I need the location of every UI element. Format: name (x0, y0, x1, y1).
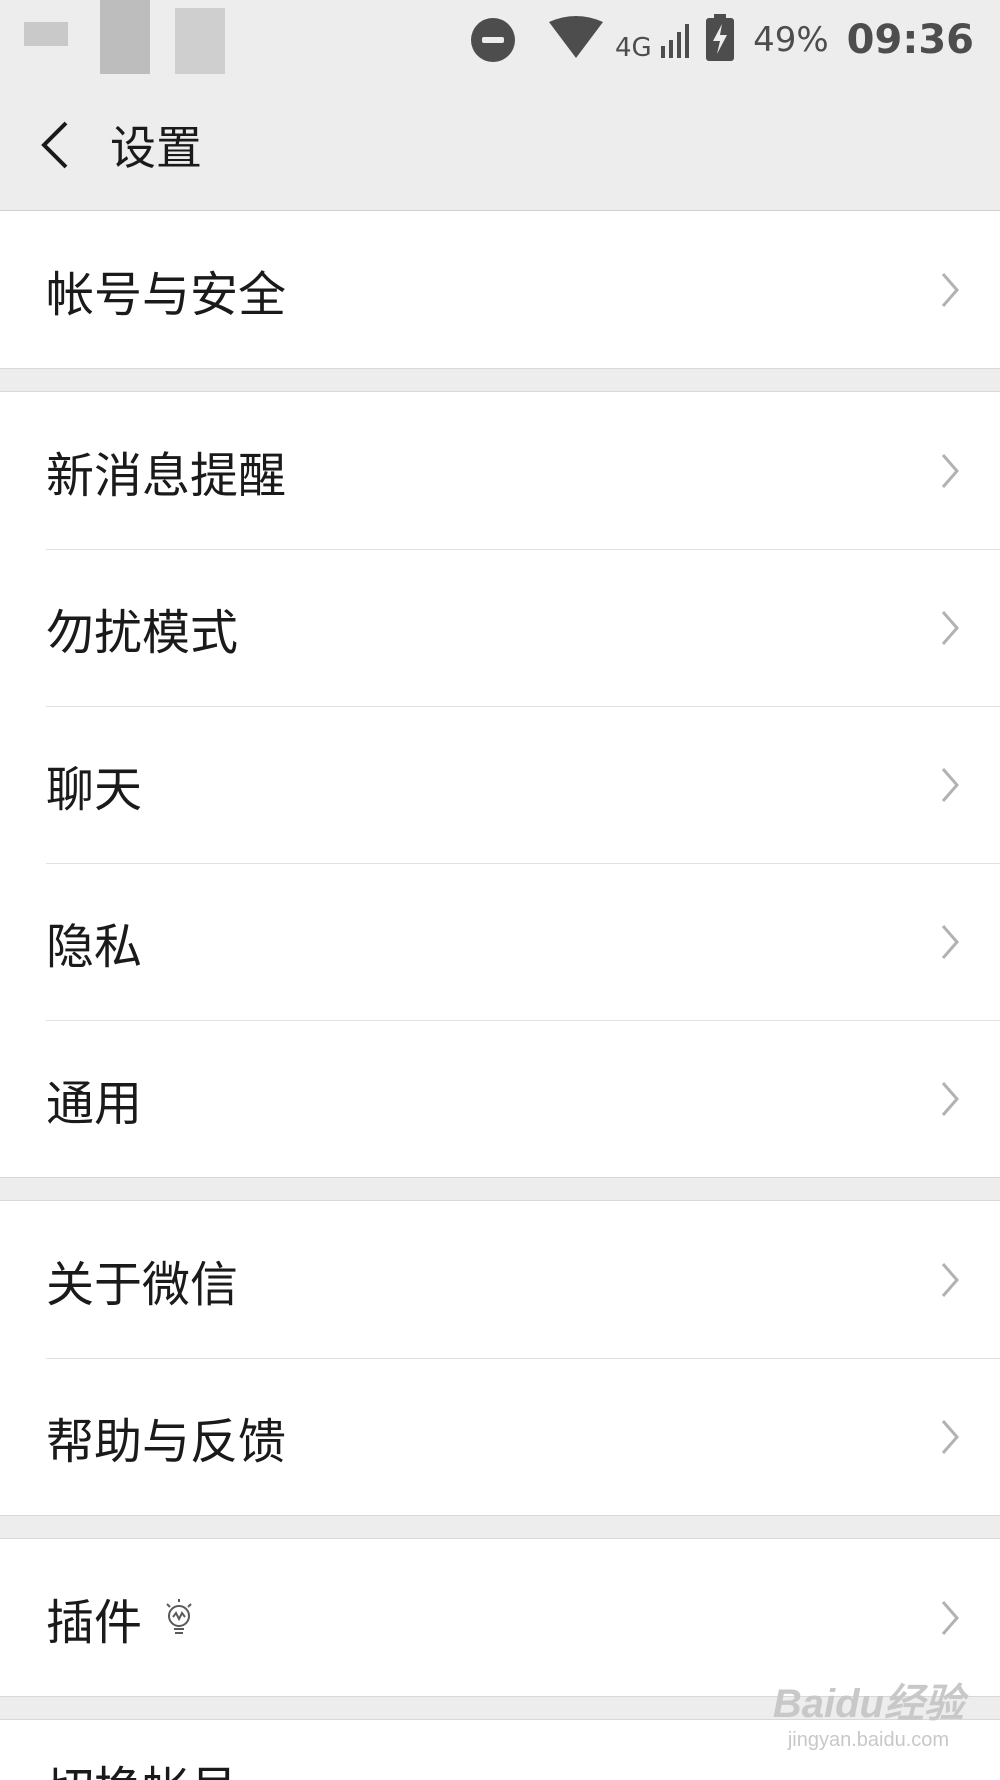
settings-group-preferences: 新消息提醒 勿扰模式 聊天 隐私 通用 (0, 392, 1000, 1177)
nav-bar: 设置 (0, 80, 1000, 211)
settings-group-account: 帐号与安全 (0, 211, 1000, 368)
battery-percent: 49% (753, 20, 829, 60)
chevron-left-icon (41, 121, 68, 169)
settings-item-label: 新消息提醒 (46, 447, 287, 504)
settings-item-label: 切换帐号 (46, 1750, 238, 1780)
group-separator (0, 368, 1000, 392)
chevron-right-icon (941, 1600, 959, 1635)
watermark-main: Baidu经验 (772, 1682, 964, 1726)
group-separator (0, 1515, 1000, 1539)
status-bar: 4G 49% 09:36 (0, 0, 1000, 80)
page-title: 设置 (110, 121, 202, 175)
cellular-signal-icon: 4G (615, 16, 695, 64)
settings-item-label: 帐号与安全 (46, 266, 287, 323)
notification-icon-blurred (24, 22, 68, 46)
chevron-right-icon (941, 272, 959, 307)
settings-item-label: 聊天 (46, 761, 143, 818)
settings-item-do-not-disturb[interactable]: 勿扰模式 (0, 549, 1000, 706)
baidu-jingyan-watermark: Baidu经验 jingyan.baidu.com (773, 1671, 964, 1752)
notification-icon-blurred (100, 0, 150, 74)
do-not-disturb-icon (471, 18, 516, 62)
chevron-right-icon (941, 1262, 959, 1297)
chevron-right-icon (941, 767, 959, 802)
settings-item-label: 帮助与反馈 (46, 1413, 287, 1470)
settings-list: 帐号与安全 新消息提醒 勿扰模式 聊天 隐私 通用 关于微信 帮助与反馈 插件 (0, 211, 1000, 1780)
chevron-right-icon (941, 1081, 959, 1116)
settings-item-label: 隐私 (46, 918, 143, 975)
wifi-icon (547, 16, 605, 64)
chevron-right-icon (941, 1419, 959, 1454)
chevron-right-icon (941, 453, 959, 488)
chevron-right-icon (941, 924, 959, 959)
network-type-text: 4G (615, 33, 652, 60)
settings-item-label: 通用 (46, 1075, 143, 1132)
settings-item-label: 关于微信 (46, 1256, 239, 1313)
chevron-right-icon (941, 610, 959, 645)
settings-item-chat[interactable]: 聊天 (0, 706, 1000, 863)
settings-item-help-feedback[interactable]: 帮助与反馈 (0, 1358, 1000, 1515)
notification-icon-blurred (175, 8, 225, 74)
settings-item-about-wechat[interactable]: 关于微信 (0, 1201, 1000, 1358)
status-clock: 09:36 (846, 17, 974, 63)
settings-group-about: 关于微信 帮助与反馈 (0, 1201, 1000, 1515)
lightbulb-icon (164, 1598, 194, 1637)
settings-item-general[interactable]: 通用 (0, 1020, 1000, 1177)
settings-item-account-security[interactable]: 帐号与安全 (0, 211, 1000, 368)
settings-item-privacy[interactable]: 隐私 (0, 863, 1000, 1020)
group-separator (0, 1177, 1000, 1201)
settings-item-new-message-notifications[interactable]: 新消息提醒 (0, 392, 1000, 549)
watermark-sub: jingyan.baidu.com (787, 1729, 950, 1751)
settings-item-label: 插件 (46, 1594, 143, 1651)
back-button[interactable] (0, 80, 110, 210)
status-icons: 4G 49% 09:36 (471, 10, 974, 70)
settings-item-label: 勿扰模式 (46, 604, 239, 661)
battery-charging-icon (705, 14, 735, 66)
